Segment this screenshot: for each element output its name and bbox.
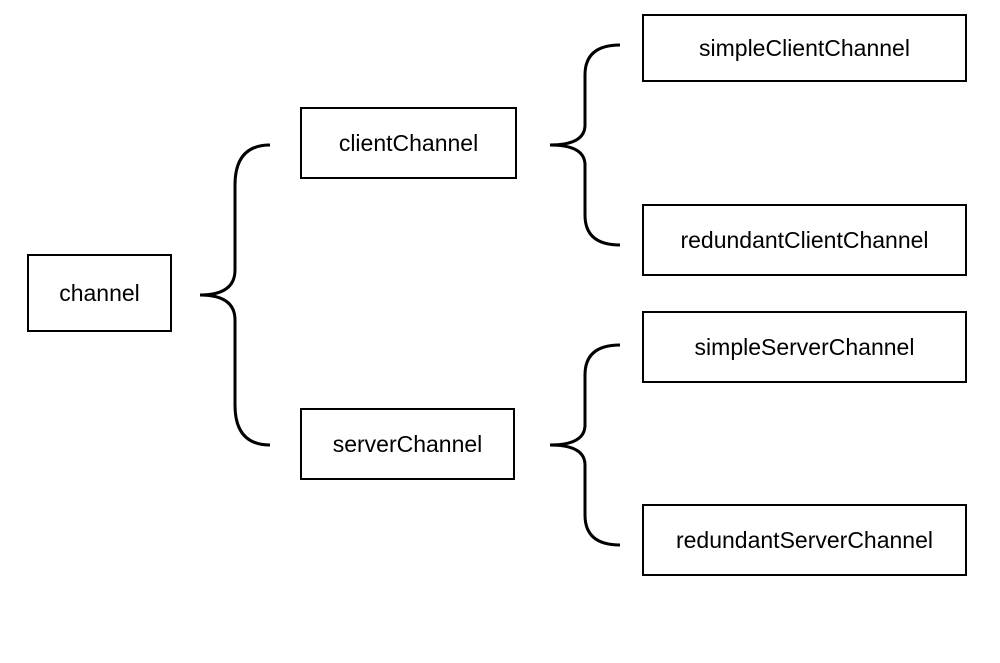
node-simple-client-channel: simpleClientChannel <box>642 14 967 82</box>
node-channel-label: channel <box>59 280 140 307</box>
node-simple-server-channel-label: simpleServerChannel <box>695 334 915 361</box>
node-client-channel-label: clientChannel <box>339 130 478 157</box>
node-channel: channel <box>27 254 172 332</box>
node-simple-server-channel: simpleServerChannel <box>642 311 967 383</box>
node-redundant-client-channel-label: redundantClientChannel <box>680 227 928 254</box>
node-redundant-client-channel: redundantClientChannel <box>642 204 967 276</box>
node-simple-client-channel-label: simpleClientChannel <box>699 35 910 62</box>
node-client-channel: clientChannel <box>300 107 517 179</box>
node-server-channel-label: serverChannel <box>333 431 483 458</box>
brace-client <box>530 40 630 250</box>
node-redundant-server-channel: redundantServerChannel <box>642 504 967 576</box>
brace-server <box>530 340 630 550</box>
node-redundant-server-channel-label: redundantServerChannel <box>676 527 933 554</box>
node-server-channel: serverChannel <box>300 408 515 480</box>
brace-root <box>180 140 280 450</box>
